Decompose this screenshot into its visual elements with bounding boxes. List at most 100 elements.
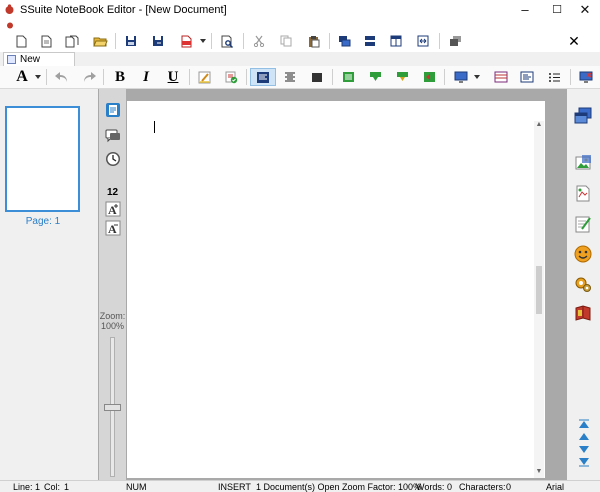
insert-image-dropdown[interactable] <box>473 68 481 86</box>
export-pdf-button[interactable] <box>177 32 195 50</box>
outdent-button[interactable] <box>420 68 438 86</box>
highlight-button[interactable] <box>195 68 213 86</box>
pdf-icon <box>181 35 192 47</box>
tile-horizontal-button[interactable] <box>361 32 379 50</box>
notepad-edit-icon[interactable] <box>573 214 593 234</box>
bold-button[interactable]: B <box>110 68 130 86</box>
page-down-icon[interactable] <box>579 445 589 454</box>
copy-button[interactable] <box>277 32 295 50</box>
bullet-list-button[interactable] <box>545 68 563 86</box>
close-button[interactable]: ✕ <box>570 0 600 20</box>
format-toolbar: A B I U <box>0 66 600 89</box>
new-page-button[interactable] <box>37 32 55 50</box>
increase-font-icon[interactable]: A <box>105 201 121 217</box>
zoom-label-text: Zoom: <box>99 311 126 321</box>
document-view-icon[interactable] <box>105 102 121 118</box>
scroll-thumb[interactable] <box>536 266 542 314</box>
dropdown-arrow-icon <box>200 39 206 43</box>
document-editor[interactable] <box>127 101 545 478</box>
align-left-button[interactable] <box>250 68 276 86</box>
smiley-icon[interactable] <box>573 244 593 264</box>
side-tool-panel: 12 A A Zoom: 100% <box>99 89 126 480</box>
arrange-button[interactable] <box>414 32 432 50</box>
align-center-button[interactable] <box>281 68 299 86</box>
close-document-button[interactable]: ✕ <box>566 32 582 50</box>
maximize-button[interactable]: ☐ <box>542 0 572 20</box>
scroll-up-arrow[interactable]: ▲ <box>534 121 544 131</box>
comments-icon[interactable] <box>105 128 121 144</box>
align-left-icon <box>257 71 269 83</box>
arrow-up-box-icon <box>396 72 408 81</box>
open-button[interactable] <box>90 32 110 50</box>
windows-icon <box>449 36 461 46</box>
undo-button[interactable] <box>53 68 71 86</box>
italic-button[interactable]: I <box>136 68 156 86</box>
arrow-down-box-icon <box>369 72 381 81</box>
svg-text:A: A <box>108 222 117 236</box>
scroll-down-arrow[interactable]: ▼ <box>534 468 544 478</box>
insert-row-button[interactable] <box>339 68 357 86</box>
redo-button[interactable] <box>80 68 98 86</box>
zoom-value: 100% <box>100 321 125 331</box>
copy-icon <box>280 35 292 47</box>
monitor-icon <box>454 71 468 83</box>
cascade-icon <box>338 36 350 47</box>
page-icon <box>41 35 52 47</box>
underline-button[interactable]: U <box>163 68 183 86</box>
font-button[interactable]: A <box>12 68 32 86</box>
indent-icon <box>342 72 354 82</box>
settings-gear-icon[interactable] <box>573 274 593 294</box>
save-button[interactable] <box>122 32 140 50</box>
text-box-button[interactable] <box>518 68 536 86</box>
cut-button[interactable] <box>250 32 268 50</box>
book-icon[interactable] <box>573 303 593 323</box>
windows-panel-icon[interactable] <box>573 106 593 126</box>
clipboard-icon <box>308 35 319 47</box>
document-tab-strip: New Document <box>0 52 600 76</box>
window-options-button[interactable] <box>446 32 464 50</box>
scroll-top-icon[interactable] <box>579 419 589 428</box>
insert-shape-icon[interactable] <box>573 183 593 203</box>
insert-picture-icon[interactable] <box>573 153 593 173</box>
system-menu-icon[interactable] <box>6 21 14 29</box>
move-down-button[interactable] <box>366 68 384 86</box>
minimize-button[interactable]: – <box>510 0 540 20</box>
print-preview-icon <box>221 35 233 48</box>
save-as-button[interactable] <box>149 32 167 50</box>
cascade-windows-button[interactable] <box>335 32 353 50</box>
dropdown-arrow-icon <box>474 75 480 79</box>
editor-vertical-scrollbar[interactable]: ▲ ▼ <box>534 121 544 478</box>
clock-icon[interactable] <box>105 151 121 167</box>
full-screen-button[interactable] <box>577 68 595 86</box>
save-as-icon <box>153 36 163 46</box>
print-preview-button[interactable] <box>218 32 236 50</box>
scroll-bottom-icon[interactable] <box>579 458 589 467</box>
tab-new-document[interactable]: New Document <box>3 52 75 76</box>
spell-check-button[interactable] <box>222 68 240 86</box>
document-tab-icon <box>7 55 16 64</box>
new-document-icon <box>16 35 27 47</box>
paste-button[interactable] <box>304 32 322 50</box>
insert-image-button[interactable] <box>452 68 470 86</box>
text-box-icon <box>520 71 534 83</box>
new-document-button[interactable] <box>12 32 30 50</box>
page-up-icon[interactable] <box>579 432 589 441</box>
page-thumbnail[interactable] <box>5 106 80 212</box>
documents-icon <box>65 35 79 47</box>
zoom-label: Zoom: 100% <box>99 311 126 331</box>
table-icon <box>494 71 508 83</box>
spell-check-icon <box>225 71 237 83</box>
list-icon <box>548 72 560 82</box>
outdent-icon <box>423 72 435 82</box>
zoom-slider-thumb[interactable] <box>104 403 121 411</box>
justify-button[interactable] <box>308 68 326 86</box>
pdf-options-dropdown[interactable] <box>198 32 208 50</box>
undo-icon <box>55 71 67 82</box>
tile-horizontal-icon <box>365 36 375 46</box>
decrease-font-icon[interactable]: A <box>105 220 121 236</box>
copy-document-button[interactable] <box>63 32 81 50</box>
insert-table-button[interactable] <box>492 68 510 86</box>
move-up-button[interactable] <box>393 68 411 86</box>
font-dropdown[interactable] <box>34 68 42 86</box>
tile-vertical-button[interactable] <box>387 32 405 50</box>
